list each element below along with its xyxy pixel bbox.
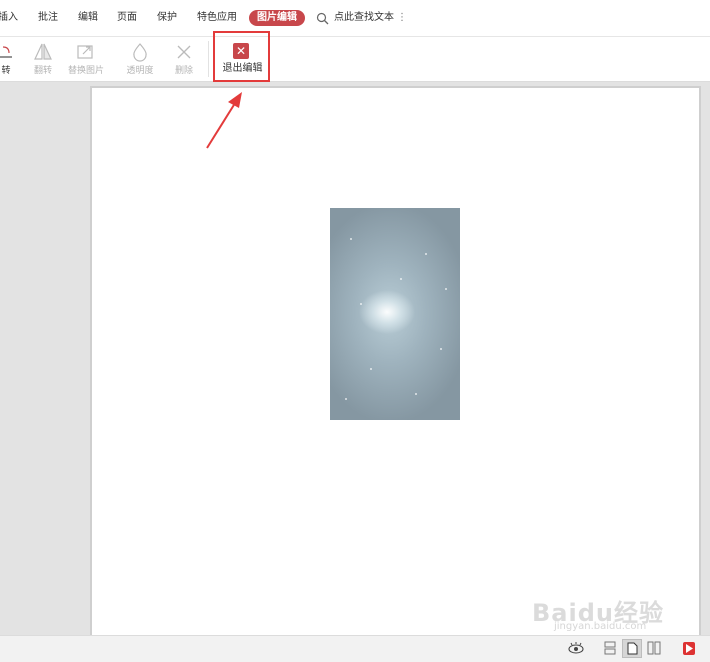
galaxy-image[interactable] <box>330 208 460 420</box>
star <box>415 393 417 395</box>
exit-edit-button[interactable]: ✕ 退出编辑 <box>215 31 270 81</box>
flip-icon <box>34 43 52 60</box>
rotate-label: 转 <box>1 66 11 76</box>
menu-edit[interactable]: 编辑 <box>78 11 98 25</box>
flip-button[interactable]: 翻转 <box>27 37 59 81</box>
star <box>400 278 402 280</box>
ribbon-toolbar: 转 翻转 替换图片 透明度 删除 <box>0 37 710 82</box>
more-icon[interactable]: ⋮ <box>397 11 407 25</box>
menu-comment[interactable]: 批注 <box>38 11 58 25</box>
delete-button[interactable]: 删除 <box>170 37 198 81</box>
eye-icon[interactable] <box>568 641 584 655</box>
menu-insert[interactable]: 插入 <box>0 11 18 25</box>
replace-picture-button[interactable]: 替换图片 <box>64 37 108 81</box>
web-layout-icon[interactable] <box>604 641 616 655</box>
star <box>370 368 372 370</box>
close-icon: ✕ <box>233 43 249 59</box>
star <box>360 303 362 305</box>
flip-label: 翻转 <box>33 66 52 76</box>
menu-special-apps[interactable]: 特色应用 <box>197 11 237 25</box>
watermark-sub: jingyan.baidu.com <box>554 621 647 632</box>
menu-page[interactable]: 页面 <box>117 11 137 25</box>
ribbon-divider <box>208 41 209 77</box>
rotate-icon <box>0 46 12 58</box>
exit-edit-label: 退出编辑 <box>222 63 263 74</box>
star <box>440 348 442 350</box>
search-input[interactable]: 点此查找文本 <box>334 11 394 25</box>
transparency-button[interactable]: 透明度 <box>118 37 162 81</box>
page-view-button[interactable] <box>622 639 642 658</box>
menu-protect[interactable]: 保护 <box>157 11 177 25</box>
play-icon <box>686 644 693 653</box>
delete-label: 删除 <box>174 66 193 76</box>
replace-picture-icon <box>77 45 93 59</box>
play-button[interactable] <box>683 642 695 655</box>
replace-picture-label: 替换图片 <box>67 66 104 76</box>
baidu-watermark: Baidu经验 jingyan.baidu.com <box>532 585 682 635</box>
transparency-drop-icon <box>133 43 147 62</box>
star <box>425 253 427 255</box>
star <box>445 288 447 290</box>
page-view-icon <box>627 642 638 655</box>
red-arrow-icon <box>206 92 242 149</box>
delete-icon <box>177 45 191 59</box>
star <box>345 398 347 400</box>
transparency-label: 透明度 <box>126 66 154 76</box>
two-page-view-icon[interactable] <box>647 641 661 655</box>
star <box>350 238 352 240</box>
menu-bar: 插入 批注 编辑 页面 保护 特色应用 图片编辑 点此查找文本 ⋮ <box>0 0 710 37</box>
search-icon[interactable] <box>316 12 329 25</box>
status-bar <box>0 635 710 662</box>
rotate-button[interactable]: 转 <box>0 37 18 81</box>
tab-picture-edit[interactable]: 图片编辑 <box>249 10 305 26</box>
